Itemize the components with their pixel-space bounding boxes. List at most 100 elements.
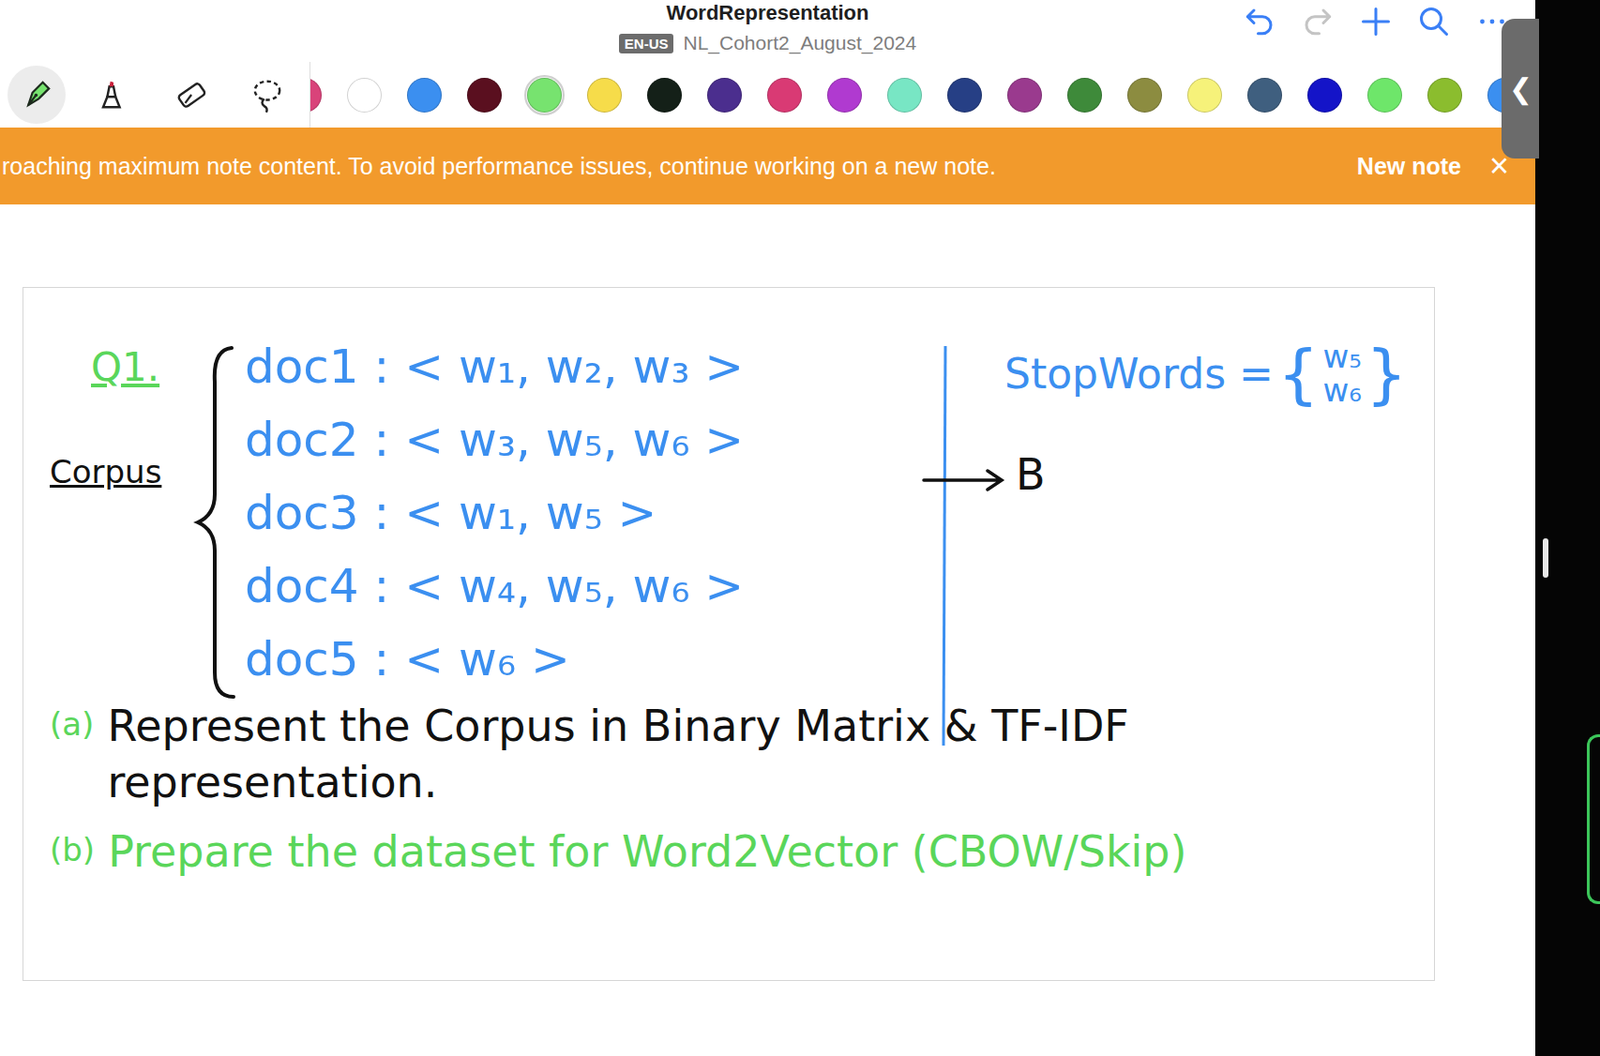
color-palette	[310, 75, 1502, 116]
swatch-fill	[827, 77, 862, 113]
doc-line: doc4 : < w₄, w₅, w₆ >	[244, 561, 744, 611]
color-swatch[interactable]	[584, 75, 625, 116]
task: (b) Prepare the dataset for Word2Vector …	[49, 824, 1410, 881]
arrow-stroke	[921, 466, 1007, 495]
swatch-fill	[1307, 77, 1343, 113]
add-icon	[1358, 4, 1393, 39]
scroll-thumb[interactable]	[1542, 538, 1549, 578]
swatch-fill	[1007, 77, 1042, 113]
swatch-fill	[947, 77, 982, 113]
lasso-icon	[246, 74, 288, 116]
search-button[interactable]	[1415, 3, 1453, 42]
color-swatch[interactable]	[524, 75, 565, 116]
color-swatch[interactable]	[1184, 75, 1225, 116]
task-list: (a) Represent the Corpus in Binary Matri…	[49, 698, 1410, 880]
arrow-label: B	[1015, 452, 1046, 497]
swatch-fill	[1247, 77, 1283, 113]
color-swatch[interactable]	[464, 75, 505, 116]
undo-icon	[1242, 4, 1277, 39]
pen-icon	[15, 74, 58, 116]
color-swatch[interactable]	[1304, 75, 1345, 116]
color-swatch[interactable]	[764, 75, 805, 116]
new-note-button[interactable]: New note	[1332, 152, 1486, 181]
stopwords-label: StopWords =	[1004, 349, 1274, 398]
notebook-row: EN-US NL_Cohort2_August_2024	[618, 31, 917, 55]
stopwords: StopWords = { w₅w₆ }	[1004, 340, 1407, 408]
swatch-fill	[1187, 77, 1223, 113]
redo-button[interactable]	[1298, 3, 1337, 42]
language-badge[interactable]: EN-US	[618, 33, 675, 54]
doc-line: doc2 : < w₃, w₅, w₆ >	[244, 415, 744, 465]
swatch-fill	[347, 77, 382, 113]
color-swatch[interactable]	[1484, 75, 1502, 116]
stopwords-values: w₅w₆	[1322, 340, 1361, 408]
highlighter-tool[interactable]	[84, 65, 143, 124]
color-swatch[interactable]	[1364, 75, 1405, 116]
task-label: (b)	[49, 824, 95, 876]
color-swatch[interactable]	[310, 75, 325, 116]
title-bar: WordRepresentation EN-US NL_Cohort2_Augu…	[0, 0, 1536, 62]
pen-tool[interactable]	[7, 65, 66, 124]
swatch-fill	[1427, 77, 1463, 113]
eraser-tool[interactable]	[161, 65, 220, 124]
task-text: Represent the Corpus in Binary Matrix & …	[106, 698, 1410, 812]
open-brace: {	[1277, 341, 1320, 408]
color-swatch[interactable]	[944, 75, 985, 116]
lasso-tool[interactable]	[238, 65, 297, 124]
swatch-fill	[467, 77, 502, 113]
color-swatch[interactable]	[884, 75, 925, 116]
color-swatch[interactable]	[1124, 75, 1165, 116]
swatch-fill	[1127, 77, 1163, 113]
notebook-name[interactable]: NL_Cohort2_August_2024	[682, 31, 917, 55]
tool-group	[0, 65, 310, 124]
page-title: WordRepresentation	[666, 1, 870, 25]
swatch-fill	[527, 77, 562, 113]
note-app: WordRepresentation EN-US NL_Cohort2_Augu…	[0, 0, 1600, 1056]
question-label: Q1.	[90, 344, 160, 391]
swatch-fill	[1367, 77, 1403, 113]
highlighter-icon	[92, 74, 135, 116]
color-swatch[interactable]	[704, 75, 745, 116]
edge-outline	[1586, 734, 1600, 905]
note-canvas: Q1. Corpus doc1 : < w₁, w₂, w₃ > doc2 : <…	[0, 204, 1536, 1056]
swatch-fill	[1067, 77, 1102, 113]
corpus-label: Corpus	[49, 452, 162, 491]
swatch-fill	[1487, 77, 1502, 113]
stopword: w₆	[1322, 374, 1361, 408]
collapse-tab[interactable]: ❮	[1501, 18, 1540, 159]
swatch-fill	[707, 77, 742, 113]
task: (a) Represent the Corpus in Binary Matri…	[49, 698, 1410, 812]
doc-line: doc1 : < w₁, w₂, w₃ >	[244, 342, 744, 392]
eraser-icon	[169, 74, 212, 116]
note-page[interactable]: Q1. Corpus doc1 : < w₁, w₂, w₃ > doc2 : <…	[22, 286, 1435, 982]
undo-button[interactable]	[1240, 3, 1279, 42]
color-swatch[interactable]	[404, 75, 445, 116]
doc-list: doc1 : < w₁, w₂, w₃ > doc2 : < w₃, w₅, w₆…	[244, 342, 744, 684]
color-swatch[interactable]	[824, 75, 865, 116]
color-swatch[interactable]	[1424, 75, 1465, 116]
banner-message: roaching maximum note content. To avoid …	[1, 152, 1333, 181]
stopword: w₅	[1322, 340, 1361, 375]
swatch-fill	[767, 77, 802, 113]
search-icon	[1417, 4, 1451, 39]
swatch-fill	[310, 77, 322, 113]
divider-stroke	[940, 344, 949, 748]
ink-toolbar	[0, 61, 1536, 128]
color-swatch[interactable]	[644, 75, 685, 116]
color-swatch[interactable]	[1064, 75, 1105, 116]
swatch-fill	[407, 77, 442, 113]
color-swatch[interactable]	[1004, 75, 1045, 116]
main-area: WordRepresentation EN-US NL_Cohort2_Augu…	[0, 0, 1536, 1056]
color-swatch[interactable]	[1244, 75, 1285, 116]
task-label: (a)	[49, 698, 94, 750]
redo-icon	[1300, 4, 1335, 39]
add-button[interactable]	[1357, 3, 1395, 42]
swatch-fill	[647, 77, 682, 113]
side-strip	[1535, 0, 1600, 1056]
task-text: Prepare the dataset for Word2Vector (CBO…	[107, 824, 1187, 881]
header-actions	[916, 0, 1536, 62]
color-swatch[interactable]	[344, 75, 385, 116]
swatch-fill	[587, 77, 622, 113]
brace-stroke	[190, 344, 238, 701]
close-brace: }	[1365, 341, 1408, 408]
